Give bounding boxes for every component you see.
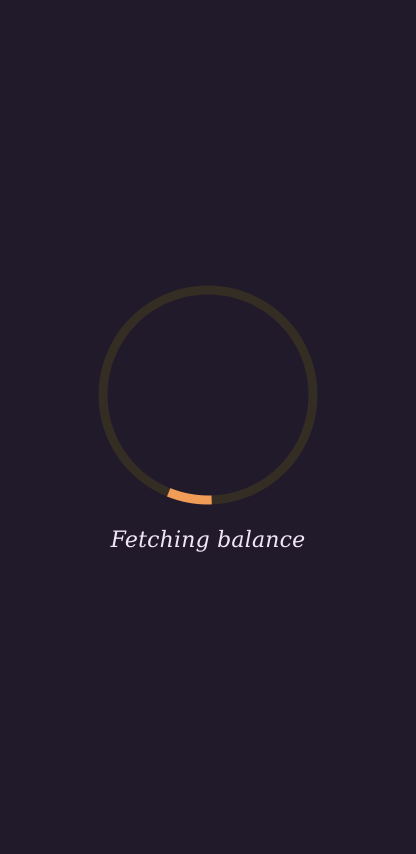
spinner-track xyxy=(98,285,318,505)
loading-spinner xyxy=(97,284,319,506)
circular-progress-icon xyxy=(98,285,318,505)
spinner-arc xyxy=(166,488,212,505)
loading-status-text: Fetching balance xyxy=(110,528,306,553)
loading-screen: Fetching balance xyxy=(0,0,416,854)
